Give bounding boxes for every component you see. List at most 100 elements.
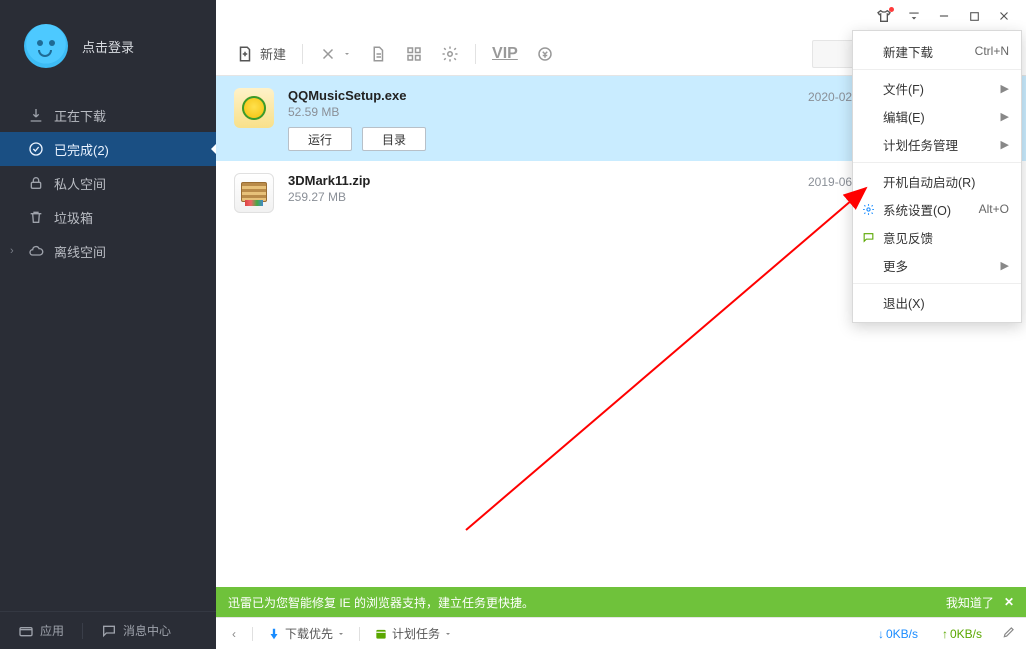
sidebar-header[interactable]: 点击登录: [0, 0, 216, 92]
menu-item-settings[interactable]: 系统设置(O) Alt+O: [853, 195, 1021, 223]
coin-button[interactable]: [530, 41, 560, 67]
priority-icon: [267, 627, 281, 641]
sidebar-item-label: 私人空间: [54, 174, 106, 193]
chevron-right-icon: ▶: [1001, 82, 1009, 95]
separator: [252, 627, 253, 641]
file-name: QQMusicSetup.exe: [288, 88, 794, 103]
open-file-button[interactable]: [363, 41, 393, 67]
chat-icon: [101, 623, 117, 639]
sidebar-item-downloading[interactable]: 正在下载: [0, 98, 216, 132]
gear-icon: [861, 202, 875, 216]
avatar[interactable]: [24, 24, 68, 68]
sidebar-item-offline[interactable]: › 离线空间: [0, 234, 216, 268]
check-circle-icon: [28, 141, 44, 157]
login-text[interactable]: 点击登录: [82, 37, 134, 56]
sidebar-item-completed[interactable]: 已完成(2): [0, 132, 216, 166]
sidebar-item-label: 正在下载: [54, 106, 106, 125]
notice-close-button[interactable]: ✕: [1004, 595, 1014, 609]
file-type-icon: [234, 88, 274, 128]
tshirt-icon: [876, 8, 892, 24]
main-area: 新建 VIP: [216, 0, 1026, 649]
menu-item-feedback[interactable]: 意见反馈: [853, 223, 1021, 251]
edit-speed-button[interactable]: [1002, 625, 1016, 642]
file-size: 52.59 MB: [288, 105, 794, 119]
chevron-right-icon: ›: [10, 245, 14, 257]
vip-button[interactable]: VIP: [486, 41, 524, 67]
sidebar-item-private[interactable]: 私人空间: [0, 166, 216, 200]
lock-icon: [28, 175, 44, 191]
sidebar-messages-button[interactable]: 消息中心: [101, 622, 171, 639]
status-bar: ‹ 下载优先 计划任务 0KB/s 0KB/s: [216, 617, 1026, 649]
minimize-icon: [937, 9, 951, 23]
new-task-button[interactable]: 新建: [230, 40, 292, 67]
skin-button[interactable]: [870, 3, 898, 29]
upload-speed: 0KB/s: [942, 627, 982, 641]
menu-item-schedule[interactable]: 计划任务管理 ▶: [853, 130, 1021, 158]
file-size: 259.27 MB: [288, 190, 794, 204]
chevron-right-icon: ▶: [1001, 138, 1009, 151]
sidebar: 点击登录 正在下载 已完成(2) 私人空间: [0, 0, 216, 649]
open-folder-button[interactable]: 目录: [362, 127, 426, 151]
menu-item-edit[interactable]: 编辑(E) ▶: [853, 102, 1021, 130]
close-icon: [997, 9, 1011, 23]
menu-item-more[interactable]: 更多 ▶: [853, 251, 1021, 279]
menu-separator: [853, 283, 1021, 284]
pencil-icon: [1002, 625, 1016, 639]
menu-item-autostart[interactable]: 开机自动启动(R): [853, 167, 1021, 195]
menu-item-new-download[interactable]: 新建下载 Ctrl+N: [853, 37, 1021, 65]
chevron-right-icon: ▶: [1001, 110, 1009, 123]
menu-separator: [853, 69, 1021, 70]
menu-separator: [853, 162, 1021, 163]
coin-icon: [536, 45, 554, 63]
minimize-button[interactable]: [930, 3, 958, 29]
delete-icon: [319, 45, 337, 63]
file-type-icon: [234, 173, 274, 213]
separator: [302, 44, 303, 64]
apps-icon: [18, 623, 34, 639]
chat-icon: [861, 230, 875, 244]
new-file-icon: [236, 45, 254, 63]
file-meta: QQMusicSetup.exe 52.59 MB 运行 目录: [288, 88, 794, 151]
notice-text: 迅雷已为您智能修复 IE 的浏览器支持，建立任务更快捷。: [228, 594, 946, 611]
settings-toolbar-button[interactable]: [435, 41, 465, 67]
menu-dropdown-button[interactable]: [900, 3, 928, 29]
file-icon: [369, 45, 387, 63]
chevron-down-icon: [343, 50, 351, 58]
sidebar-nav: 正在下载 已完成(2) 私人空间 垃圾箱 ›: [0, 98, 216, 268]
sidebar-item-label: 已完成(2): [54, 140, 109, 159]
menu-item-file[interactable]: 文件(F) ▶: [853, 74, 1021, 102]
chevron-right-icon: ▶: [1001, 259, 1009, 272]
file-name: 3DMark11.zip: [288, 173, 794, 188]
divider: [82, 623, 83, 639]
delete-button[interactable]: [313, 41, 357, 67]
notice-bar: 迅雷已为您智能修复 IE 的浏览器支持，建立任务更快捷。 我知道了 ✕: [216, 587, 1026, 617]
menu-arrow-icon: [907, 9, 921, 23]
grid-icon: [405, 45, 423, 63]
maximize-icon: [968, 10, 981, 23]
run-button[interactable]: 运行: [288, 127, 352, 151]
cloud-icon: [28, 243, 44, 259]
notice-ok-button[interactable]: 我知道了: [946, 594, 994, 611]
titlebar: [216, 0, 1026, 32]
calendar-icon: [374, 627, 388, 641]
sidebar-item-label: 垃圾箱: [54, 208, 93, 227]
grid-button[interactable]: [399, 41, 429, 67]
download-speed: 0KB/s: [878, 627, 918, 641]
download-priority-button[interactable]: 下载优先: [263, 625, 349, 642]
app-window: 点击登录 正在下载 已完成(2) 私人空间: [0, 0, 1026, 649]
sidebar-apps-button[interactable]: 应用: [18, 622, 64, 639]
status-prev-button[interactable]: ‹: [226, 626, 242, 642]
scheduled-tasks-button[interactable]: 计划任务: [370, 625, 456, 642]
download-icon: [28, 107, 44, 123]
gear-icon: [441, 45, 459, 63]
separator: [359, 627, 360, 641]
sidebar-bottom: 应用 消息中心: [0, 611, 216, 649]
menu-item-exit[interactable]: 退出(X): [853, 288, 1021, 316]
file-meta: 3DMark11.zip 259.27 MB: [288, 173, 794, 204]
sidebar-item-trash[interactable]: 垃圾箱: [0, 200, 216, 234]
close-button[interactable]: [990, 3, 1018, 29]
chevron-down-icon: [444, 630, 452, 638]
separator: [475, 44, 476, 64]
chevron-down-icon: [337, 630, 345, 638]
maximize-button[interactable]: [960, 3, 988, 29]
